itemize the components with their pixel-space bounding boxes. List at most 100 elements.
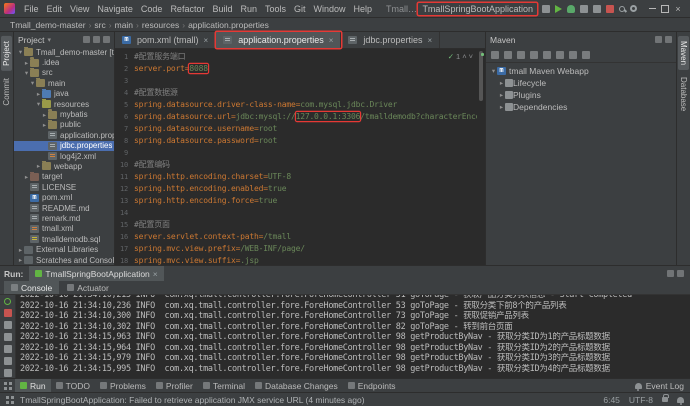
menu-window[interactable]: Window xyxy=(310,4,350,14)
tool-window-button-endpoints[interactable]: Endpoints xyxy=(343,379,401,392)
tree-item-log4j2-xml[interactable]: log4j2.xml xyxy=(14,151,114,161)
tool-window-button-run[interactable]: Run xyxy=(15,379,51,392)
tree-item-tmalldemodb-sql[interactable]: tmalldemodb.sql xyxy=(14,234,114,244)
breadcrumb-item-application-properties[interactable]: application.properties xyxy=(186,20,271,30)
soft-wrap-icon[interactable] xyxy=(3,357,12,365)
locate-file-icon[interactable] xyxy=(83,36,90,43)
file-encoding[interactable]: UTF-8 xyxy=(629,395,653,405)
tree-expanded-arrow-icon[interactable]: ▾ xyxy=(29,79,36,87)
cursor-position[interactable]: 6:45 xyxy=(603,395,620,405)
event-log-button[interactable]: Event Log xyxy=(634,381,686,391)
lock-icon[interactable] xyxy=(662,394,669,402)
maximize-button[interactable] xyxy=(659,3,671,15)
breadcrumb-item-tmall-demo-master[interactable]: Tmall_demo-master xyxy=(8,20,88,30)
download-sources-icon[interactable] xyxy=(517,50,525,59)
tool-window-button-problems[interactable]: Problems xyxy=(95,379,151,392)
tree-collapsed-arrow-icon[interactable]: ▸ xyxy=(35,162,42,170)
scroll-to-end-icon[interactable] xyxy=(3,345,12,353)
run-tab-actuator[interactable]: Actuator xyxy=(60,281,116,294)
run-icon[interactable] xyxy=(555,4,562,13)
skip-tests-icon[interactable] xyxy=(543,50,551,59)
maven-item-dependencies[interactable]: ▸ Dependencies xyxy=(486,101,676,113)
tree-expanded-arrow-icon[interactable]: ▾ xyxy=(35,100,42,108)
tree-expanded-arrow-icon[interactable]: ▾ xyxy=(23,69,30,77)
breadcrumb-item-main[interactable]: main xyxy=(113,20,135,30)
prev-problem-icon[interactable]: ˄ xyxy=(462,52,466,61)
inspection-widget[interactable]: ✓ 1 ˄ ˅ xyxy=(448,52,473,61)
editor-tab-jdbc-properties[interactable]: jdbc.properties × xyxy=(341,32,441,48)
notifications-bell-icon[interactable] xyxy=(677,396,684,405)
status-message[interactable]: TmallSpringBootApplication: Failed to re… xyxy=(20,395,595,405)
tree-item-mybatis[interactable]: ▸ mybatis xyxy=(14,109,114,119)
build-hammer-icon[interactable] xyxy=(542,4,550,13)
close-session-icon[interactable]: × xyxy=(153,269,158,279)
editor-scrollbar[interactable] xyxy=(477,49,485,265)
tree-item-java[interactable]: ▸ java xyxy=(14,88,114,99)
tree-collapsed-arrow-icon[interactable]: ▸ xyxy=(17,246,24,254)
tree-collapsed-arrow-icon[interactable]: ▸ xyxy=(498,103,505,111)
menu-edit[interactable]: Edit xyxy=(43,4,67,14)
close-button[interactable]: × xyxy=(672,3,684,15)
collapse-all-icon[interactable] xyxy=(569,50,577,59)
search-icon[interactable] xyxy=(619,5,625,12)
tree-item-license[interactable]: LICENSE xyxy=(14,182,114,192)
tree-item-readme-md[interactable]: README.md xyxy=(14,203,114,213)
breadcrumb-item-src[interactable]: src xyxy=(92,20,107,30)
maven-root-tmall-maven-webapp[interactable]: ▾ tmall Maven Webapp xyxy=(486,65,676,77)
tree-item-src[interactable]: ▾ src xyxy=(14,67,114,78)
close-tab-icon[interactable]: × xyxy=(204,36,209,45)
restart-icon[interactable] xyxy=(3,321,12,329)
tool-window-button-todo[interactable]: TODO xyxy=(51,379,95,392)
tree-expanded-arrow-icon[interactable]: ▾ xyxy=(17,48,24,56)
rerun-icon[interactable] xyxy=(4,298,11,305)
tool-window-button-profiler[interactable]: Profiler xyxy=(151,379,198,392)
generate-sources-icon[interactable] xyxy=(504,50,512,59)
next-problem-icon[interactable]: ˅ xyxy=(469,52,473,61)
tool-window-button-terminal[interactable]: Terminal xyxy=(198,379,250,392)
tree-collapsed-arrow-icon[interactable]: ▸ xyxy=(23,59,30,67)
tree-collapsed-arrow-icon[interactable]: ▸ xyxy=(35,90,42,98)
tool-button-commit[interactable]: Commit xyxy=(1,73,12,111)
tree-item-tmall-demo-master-tmall[interactable]: ▾Tmall_demo-master [tmall] xyxy=(14,47,114,57)
pin-icon[interactable] xyxy=(3,333,12,341)
tree-item-target[interactable]: ▸ target xyxy=(14,171,114,182)
menu-build[interactable]: Build xyxy=(208,4,236,14)
tool-window-switcher-icon[interactable] xyxy=(4,381,12,390)
tree-item-external-libraries[interactable]: ▸ External Libraries xyxy=(14,244,114,254)
stop-icon[interactable] xyxy=(606,4,614,13)
run-tab-console[interactable]: Console xyxy=(4,281,60,294)
run-panel-settings-icon[interactable] xyxy=(667,270,674,277)
settings-gear-icon[interactable] xyxy=(630,5,637,12)
editor-tab-application-properties[interactable]: application.properties × xyxy=(216,32,342,48)
tree-collapsed-arrow-icon[interactable]: ▸ xyxy=(498,79,505,87)
maven-panel-settings-icon[interactable] xyxy=(655,36,662,43)
hide-maven-panel-icon[interactable] xyxy=(665,36,672,43)
tree-collapsed-arrow-icon[interactable]: ▸ xyxy=(498,91,505,99)
reload-all-maven-icon[interactable] xyxy=(491,50,499,59)
editor-tab-pom-xml-tmall[interactable]: pom.xml (tmall) × xyxy=(115,32,217,48)
maven-item-plugins[interactable]: ▸ Plugins xyxy=(486,89,676,101)
run-maven-goal-icon[interactable] xyxy=(530,50,538,59)
tree-item-resources[interactable]: ▾ resources xyxy=(14,98,114,109)
breadcrumb-item-resources[interactable]: resources xyxy=(140,20,181,30)
run-session-tab[interactable]: TmallSpringBootApplication × xyxy=(29,266,164,281)
close-tab-icon[interactable]: × xyxy=(329,36,334,45)
menu-git[interactable]: Git xyxy=(290,4,310,14)
minimize-panel-icon[interactable] xyxy=(677,270,684,277)
tool-window-button-database-changes[interactable]: Database Changes xyxy=(250,379,343,392)
tool-button-project[interactable]: Project xyxy=(1,36,12,71)
tree-collapsed-arrow-icon[interactable]: ▸ xyxy=(17,256,24,264)
tree-expanded-arrow-icon[interactable]: ▾ xyxy=(490,67,497,75)
menu-file[interactable]: File xyxy=(20,4,43,14)
menu-view[interactable]: View xyxy=(66,4,93,14)
tree-item-application-properties[interactable]: application.properties xyxy=(14,130,114,140)
menu-tools[interactable]: Tools xyxy=(261,4,290,14)
coverage-icon[interactable] xyxy=(580,4,588,13)
menu-code[interactable]: Code xyxy=(137,4,167,14)
console-output[interactable]: 2022-10-16 21:34:10,215 INFO com.xq.tmal… xyxy=(16,295,690,378)
tree-collapsed-arrow-icon[interactable]: ▸ xyxy=(41,111,48,119)
tool-button-database[interactable]: Database xyxy=(678,72,689,116)
menu-navigate[interactable]: Navigate xyxy=(93,4,137,14)
tree-item-webapp[interactable]: ▸ webapp xyxy=(14,161,114,171)
clear-all-icon[interactable] xyxy=(3,369,12,377)
